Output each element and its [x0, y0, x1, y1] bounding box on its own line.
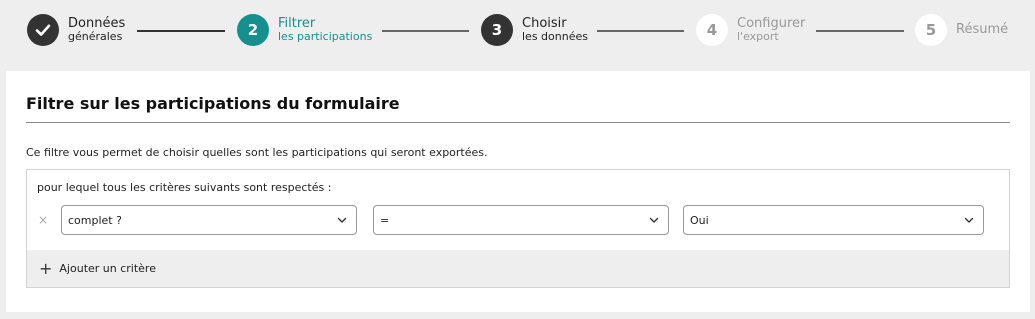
step-general-data[interactable]: Données générales — [27, 13, 125, 47]
check-icon — [35, 24, 51, 36]
criterion-value-value: Oui — [690, 213, 709, 227]
connector-4 — [816, 30, 904, 32]
connector-3 — [597, 30, 684, 32]
criterion-operator-select[interactable]: = — [373, 205, 669, 235]
step-4-sublabel: l'export — [737, 30, 779, 44]
criteria-heading: pour lequel tous les critères suivants s… — [37, 181, 332, 194]
step-configure-export[interactable]: 4 Configurer l'export — [696, 13, 805, 47]
filter-card: Filtre sur les participations du formula… — [6, 71, 1030, 312]
card-title: Filtre sur les participations du formula… — [26, 94, 400, 113]
remove-criterion-icon[interactable]: × — [38, 213, 48, 227]
step-3-label: Choisir — [522, 16, 567, 32]
step-1-sublabel: générales — [68, 30, 123, 44]
step-filter[interactable]: 2 Filtrer les participations — [237, 13, 372, 47]
criterion-value-select[interactable]: Oui — [683, 205, 984, 235]
step-3-circle: 3 — [481, 14, 513, 46]
card-description: Ce filtre vous permet de choisir quelles… — [26, 146, 488, 159]
add-criterion-label: Ajouter un critère — [59, 262, 156, 275]
step-3-sublabel: les données — [522, 30, 588, 44]
step-2-circle: 2 — [237, 14, 269, 46]
step-2-sublabel: les participations — [278, 30, 373, 44]
chevron-down-icon — [964, 217, 974, 223]
plus-icon: + — [39, 258, 53, 278]
step-4-label: Configurer — [737, 16, 806, 32]
step-summary[interactable]: 5 Résumé — [915, 13, 1008, 47]
step-4-circle: 4 — [696, 14, 728, 46]
step-5-circle: 5 — [915, 14, 947, 46]
criterion-field-select[interactable]: complet ? — [61, 205, 357, 235]
stepper: Données générales 2 Filtrer les particip… — [0, 0, 1035, 62]
criterion-field-value: complet ? — [68, 213, 122, 227]
step-5-label: Résumé — [956, 22, 1009, 38]
step-choose-data[interactable]: 3 Choisir les données — [481, 13, 588, 47]
step-2-label: Filtrer — [278, 16, 316, 32]
title-divider — [26, 122, 1010, 123]
chevron-down-icon — [649, 217, 659, 223]
step-1-label: Données — [68, 16, 126, 32]
criterion-operator-value: = — [380, 213, 390, 227]
step-1-circle — [27, 14, 59, 46]
connector-2 — [382, 30, 469, 32]
connector-1 — [137, 30, 225, 32]
criteria-box: pour lequel tous les critères suivants s… — [26, 169, 1010, 288]
add-criterion-button[interactable]: + Ajouter un critère — [27, 250, 1009, 287]
chevron-down-icon — [337, 217, 347, 223]
